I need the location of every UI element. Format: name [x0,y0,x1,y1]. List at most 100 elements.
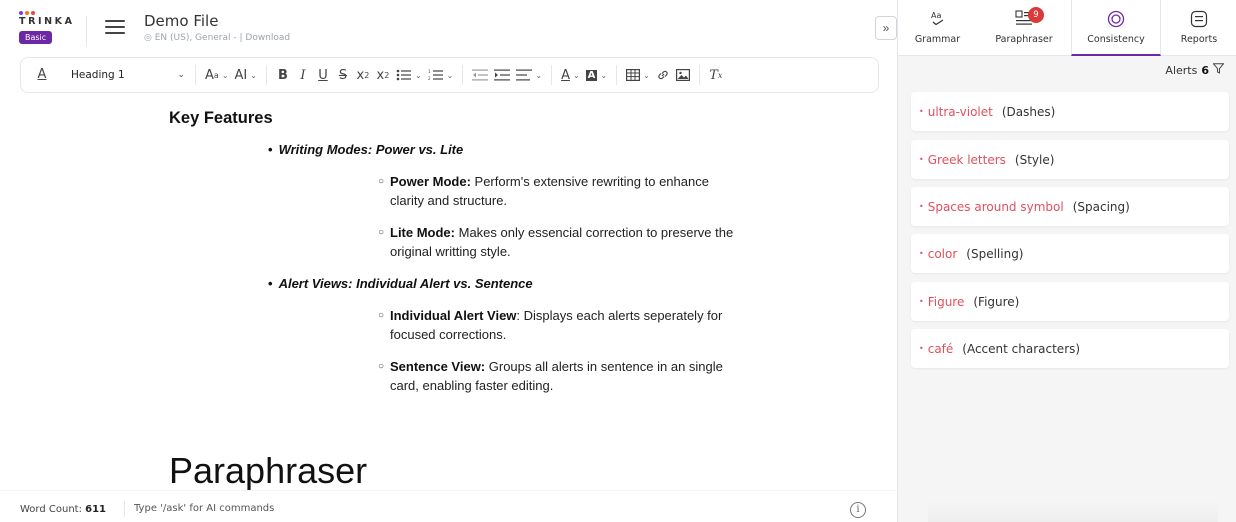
tab-paraphraser[interactable]: 9 Paraphraser [977,0,1071,56]
alert-dot-icon: • [919,202,924,211]
svg-text:Aa: Aa [931,11,941,20]
alert-card[interactable]: • Spaces around symbol (Spacing) [911,187,1229,226]
alert-card[interactable]: • Greek letters (Style) [911,140,1229,179]
tab-grammar[interactable]: Aa Grammar [898,0,977,56]
tab-consistency[interactable]: Consistency [1071,0,1161,56]
paragraph-style-select[interactable]: Heading 1 ⌄ [67,62,189,88]
svg-text:2: 2 [428,76,431,81]
alert-term: Figure [927,294,965,309]
chevron-down-icon: ⌄ [177,70,185,80]
word-count: Word Count: 611 [20,504,106,515]
list-item-level2: ○ Sentence View: Groups all alerts in se… [378,357,738,395]
alert-card[interactable]: • Figure (Figure) [911,282,1229,321]
divider [86,16,87,46]
info-icon[interactable]: i [850,502,866,518]
toolbar-divider [195,65,196,85]
alert-dot-icon: • [919,297,924,306]
formatting-toolbar: A Heading 1 ⌄ Aa ⌄ AI ⌄ B I U S x2 x2 ⌄ 12… [20,57,879,93]
collapse-panel-button[interactable]: » [875,16,897,40]
paragraph-style-value: Heading 1 [71,69,125,81]
document-editor[interactable]: Key Features Writing Modes: Power vs. Li… [0,95,897,490]
grammar-icon: Aa [930,10,946,29]
tab-label: Consistency [1087,34,1145,45]
alert-category: (Dashes) [1001,104,1056,119]
paraphraser-badge: 9 [1028,7,1044,23]
divider [124,501,125,517]
tab-label: Grammar [914,34,961,45]
alert-category: (Accent characters) [962,341,1081,356]
item-bold-label: Power Mode: [390,174,471,189]
alert-dot-icon: • [919,344,924,353]
ai-command-hint[interactable]: Type '/ask' for AI commands [134,503,274,514]
alert-term: color [927,246,958,261]
panel-footer-shade [928,500,1218,522]
clear-format-icon[interactable]: Tx [706,63,726,87]
plan-badge: Basic [19,31,53,44]
bullet-icon: ○ [378,310,385,321]
logo-dot [31,11,35,15]
globe-icon: ◎ [144,33,152,43]
outdent-icon[interactable] [469,63,491,87]
menu-icon[interactable] [105,20,125,36]
list-item-level1: Writing Modes: Power vs. Lite [268,142,464,157]
alert-term: café [927,341,954,356]
text-color-icon[interactable]: A [31,64,53,86]
alert-card[interactable]: • color (Spelling) [911,234,1229,273]
font-color-icon[interactable]: A ⌄ [558,63,583,87]
strikethrough-icon[interactable]: S [333,63,353,87]
italic-icon[interactable]: I [293,63,313,87]
toolbar-divider [265,65,267,85]
item-bold-label: Sentence View: [390,359,486,374]
indent-icon[interactable] [491,63,513,87]
status-bar: Word Count: 611 Type '/ask' for AI comma… [0,490,897,522]
tab-reports[interactable]: Reports [1161,0,1236,56]
list-item-level2: ○ Lite Mode: Makes only essencial correc… [378,223,738,261]
bullet-icon: ○ [378,176,385,187]
panel-tabs: Aa Grammar 9 Paraphraser Consistency Rep… [898,0,1236,56]
trinka-logo[interactable]: TRINKA Basic [19,11,79,45]
section-heading: Key Features [169,109,273,127]
tab-label: Reports [1180,34,1218,45]
link-icon[interactable] [653,63,673,87]
alert-term: Greek letters [927,152,1006,167]
filter-icon [1212,63,1225,77]
alert-dot-icon: • [919,107,924,116]
tab-label: Paraphraser [995,34,1053,45]
bullet-list-icon[interactable]: ⌄ [393,63,425,87]
logo-dot [19,11,23,15]
alerts-filter[interactable]: Alerts 6 [1165,63,1225,77]
svg-text:1: 1 [428,69,431,74]
word-count-label: Word Count: [20,504,82,515]
document-meta[interactable]: ◎ EN (US), General - | Download [144,33,290,43]
logo-dots [19,11,79,15]
logo-text: TRINKA [19,16,75,27]
highlight-icon[interactable]: A ⌄ [583,63,610,87]
alert-card[interactable]: • ultra-violet (Dashes) [911,92,1229,131]
alerts-label: Alerts [1165,63,1198,77]
reports-icon [1190,10,1208,31]
text-case-icon[interactable]: AI ⌄ [232,63,260,87]
subscript-icon[interactable]: x2 [353,63,373,87]
item-bold-label: Individual Alert View [390,308,517,323]
bold-icon[interactable]: B [273,63,293,87]
alert-category: (Figure) [973,294,1020,309]
table-icon[interactable]: ⌄ [623,63,653,87]
assistant-panel: Aa Grammar 9 Paraphraser Consistency Rep… [897,0,1236,522]
header: TRINKA Basic Demo File ◎ EN (US), Genera… [0,0,897,56]
toolbar-divider [462,65,464,85]
alert-term: ultra-violet [927,104,993,119]
list-item-level2: ○ Individual Alert View: Displays each a… [378,306,738,344]
image-icon[interactable] [673,63,693,87]
alert-category: (Spelling) [966,246,1024,261]
underline-icon[interactable]: U [313,63,333,87]
align-icon[interactable]: ⌄ [513,63,545,87]
list-item-level2: ○ Power Mode: Perform's extensive rewrit… [378,172,738,210]
numbered-list-icon[interactable]: 1 2 ⌄ [425,63,457,87]
alerts-count: 6 [1201,63,1209,77]
font-size-icon[interactable]: Aa ⌄ [202,63,232,87]
document-meta-text: EN (US), General - | Download [154,33,291,43]
document-title[interactable]: Demo File [144,12,218,30]
alert-term: Spaces around symbol [927,199,1064,214]
alert-card[interactable]: • café (Accent characters) [911,329,1229,368]
superscript-icon[interactable]: x2 [373,63,393,87]
